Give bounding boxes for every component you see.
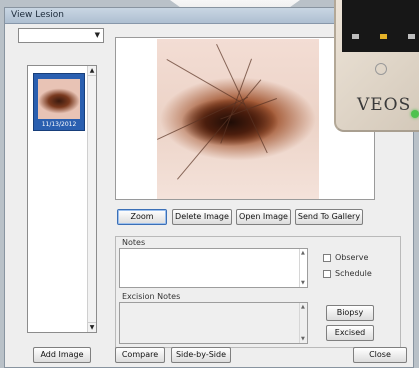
open-image-button[interactable]: Open Image xyxy=(236,209,291,225)
scroll-up-icon[interactable]: ▲ xyxy=(88,66,96,76)
device-screen xyxy=(342,0,419,52)
observe-checkbox[interactable] xyxy=(323,254,331,262)
app-icon xyxy=(352,34,359,39)
side-by-side-button[interactable]: Side-by-Side xyxy=(171,347,231,363)
thumbnail-list: 11/13/2012 ▲ ▼ xyxy=(27,65,97,333)
window-title: View Lesion xyxy=(11,10,65,20)
notes-label: Notes xyxy=(122,238,146,247)
biopsy-button[interactable]: Biopsy xyxy=(326,305,374,321)
home-button-icon xyxy=(375,63,387,75)
thumbnail-date: 11/13/2012 xyxy=(41,121,77,128)
hair-strand xyxy=(220,58,252,144)
schedule-checkbox[interactable] xyxy=(323,270,331,278)
scroll-down-icon[interactable]: ▼ xyxy=(301,336,305,342)
excision-notes-scrollbar[interactable]: ▲ ▼ xyxy=(299,303,307,343)
thumbnail-scrollbar[interactable]: ▲ ▼ xyxy=(87,66,96,332)
notes-group: Notes ▲ ▼ Observe Schedule Excision Note… xyxy=(115,236,401,348)
scroll-down-icon[interactable]: ▼ xyxy=(88,322,96,332)
compare-button[interactable]: Compare xyxy=(115,347,165,363)
hair-strand xyxy=(177,79,262,180)
app-icon xyxy=(408,34,415,39)
excision-notes-label: Excision Notes xyxy=(122,292,181,301)
delete-image-button[interactable]: Delete Image xyxy=(172,209,232,225)
veos-device: VEOS xyxy=(334,0,419,132)
notes-field[interactable]: ▲ ▼ xyxy=(119,248,308,288)
device-brand: VEOS xyxy=(357,95,412,115)
close-button[interactable]: Close xyxy=(353,347,407,363)
scroll-up-icon[interactable]: ▲ xyxy=(301,250,305,256)
lesion-image[interactable] xyxy=(157,39,319,199)
scroll-down-icon[interactable]: ▼ xyxy=(301,280,305,286)
camera-icon xyxy=(380,34,387,39)
send-to-gallery-button[interactable]: Send To Gallery xyxy=(295,209,363,225)
zoom-button[interactable]: Zoom xyxy=(117,209,167,225)
observe-label: Observe xyxy=(335,253,369,262)
excised-button[interactable]: Excised xyxy=(326,325,374,341)
chevron-down-icon[interactable]: ▼ xyxy=(95,31,100,39)
notes-scrollbar[interactable]: ▲ ▼ xyxy=(299,249,307,287)
status-led-icon xyxy=(411,110,419,118)
thumbnail-item[interactable]: 11/13/2012 xyxy=(33,73,85,131)
lesion-select[interactable]: ▼ xyxy=(18,28,104,43)
add-image-button[interactable]: Add Image xyxy=(33,347,91,363)
schedule-label: Schedule xyxy=(335,269,372,278)
thumbnail-image xyxy=(38,79,80,119)
excision-notes-field[interactable]: ▲ ▼ xyxy=(119,302,308,344)
scroll-up-icon[interactable]: ▲ xyxy=(301,304,305,310)
